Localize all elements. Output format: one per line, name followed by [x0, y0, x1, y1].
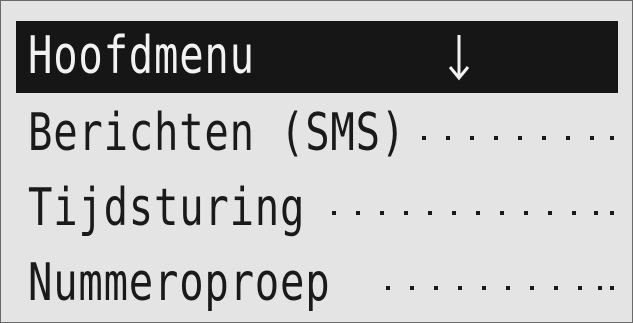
menu-item-label: Nummeroproep [28, 253, 331, 313]
menu-item-tijdsturing[interactable]: Tijdsturing [16, 173, 618, 245]
lcd-menu-screen: Hoofdmenu Berichten (SMS) Tijdsturing Nu… [0, 0, 633, 323]
menu-title: Hoofdmenu [28, 26, 255, 86]
dot-leader [326, 173, 616, 239]
menu-title-bar: Hoofdmenu [16, 21, 618, 93]
arrow-down-icon [448, 35, 470, 81]
menu-item-label: Tijdsturing [28, 178, 306, 238]
menu-item-label: Berichten (SMS) [28, 103, 406, 163]
menu-item-berichten[interactable]: Berichten (SMS) [16, 98, 618, 170]
menu-item-nummeroproep[interactable]: Nummeroproep [16, 248, 618, 320]
dot-leader [380, 248, 616, 314]
dot-leader [416, 98, 616, 164]
